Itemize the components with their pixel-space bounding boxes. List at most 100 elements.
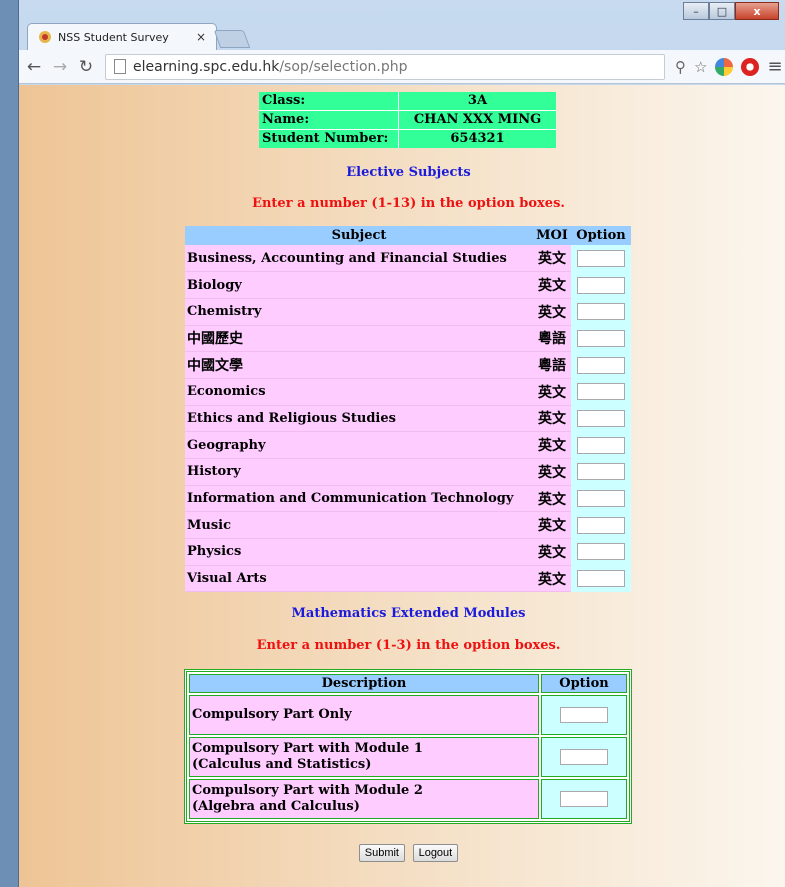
bookmark-star-icon[interactable]: ☆: [694, 58, 707, 76]
elective-instruction: Enter a number (1-13) in the option boxe…: [252, 196, 565, 211]
subject-name: 中國歷史: [185, 325, 533, 353]
extension-icon[interactable]: [715, 57, 734, 76]
table-row: Business, Accounting and Financial Studi…: [185, 245, 631, 273]
reload-icon[interactable]: ↻: [75, 57, 97, 77]
subject-name: Business, Accounting and Financial Studi…: [185, 245, 533, 273]
maximize-button[interactable]: □: [709, 2, 735, 20]
subject-name: Ethics and Religious Studies: [185, 405, 533, 433]
moi-value: 英文: [533, 565, 571, 593]
option-input-chinese-history[interactable]: [577, 329, 625, 347]
logout-button[interactable]: Logout: [412, 844, 459, 862]
url-host: elearning.spc.edu.hk: [133, 58, 280, 75]
address-bar[interactable]: elearning.spc.edu.hk/sop/selection.php: [105, 53, 665, 80]
table-row: Visual Arts 英文: [185, 565, 631, 593]
module-subtitle: (Algebra and Calculus): [192, 799, 360, 814]
option-input-geography[interactable]: [577, 436, 625, 454]
option-input-chemistry[interactable]: [577, 303, 625, 321]
page-content: Class: 3A Name: CHAN XXX MING Student Nu…: [19, 85, 785, 887]
option-cell: [541, 695, 627, 735]
subject-name: Chemistry: [185, 298, 533, 326]
school-favicon-icon: [39, 31, 51, 43]
option-input-ethics[interactable]: [577, 409, 625, 427]
menu-icon[interactable]: ≡: [767, 56, 782, 77]
option-input-module-1[interactable]: [560, 748, 608, 765]
option-cell: [571, 378, 631, 406]
moi-value: 英文: [533, 485, 571, 513]
option-cell: [571, 325, 631, 353]
table-row: Economics 英文: [185, 378, 631, 406]
browser-toolbar: ← → ↻ elearning.spc.edu.hk/sop/selection…: [19, 50, 785, 84]
table-row: History 英文: [185, 458, 631, 486]
browser-window: NSS Student Survey × – □ x ← → ↻ elearni…: [18, 0, 785, 887]
option-cell: [571, 565, 631, 593]
option-input-module-2[interactable]: [560, 790, 608, 807]
option-column-header: Option: [571, 226, 631, 245]
forward-arrow-icon[interactable]: →: [49, 57, 71, 77]
table-row: Compulsory Part with Module 2 (Algebra a…: [189, 779, 627, 819]
option-cell: [541, 779, 627, 819]
moi-value: 英文: [533, 538, 571, 566]
tab-title: NSS Student Survey: [58, 30, 169, 44]
option-cell: [571, 245, 631, 273]
option-input-ict[interactable]: [577, 490, 625, 508]
moi-value: 英文: [533, 458, 571, 486]
url-path: /sop/selection.php: [279, 58, 408, 75]
new-tab-button[interactable]: [213, 30, 251, 48]
subject-name: Information and Communication Technology: [185, 485, 533, 513]
table-row: Compulsory Part with Module 1 (Calculus …: [189, 737, 627, 777]
name-label: Name:: [259, 110, 399, 129]
window-controls: – □ x: [683, 2, 779, 20]
option-input-physics[interactable]: [577, 543, 625, 561]
table-row: Geography 英文: [185, 431, 631, 459]
toolbar-actions: ⚲ ☆ ≡: [675, 56, 783, 77]
zoom-icon[interactable]: ⚲: [675, 58, 686, 76]
option-input-compulsory-only[interactable]: [560, 706, 608, 723]
close-window-button[interactable]: x: [735, 2, 779, 20]
moi-value: 粵語: [533, 351, 571, 379]
option-input-business[interactable]: [577, 249, 625, 267]
option-input-history[interactable]: [577, 463, 625, 481]
option-input-music[interactable]: [577, 516, 625, 534]
option-cell: [571, 351, 631, 379]
module-title: Compulsory Part with Module 1: [192, 741, 423, 756]
table-row: Chemistry 英文: [185, 298, 631, 326]
subject-column-header: Subject: [185, 226, 533, 245]
adblock-extension-icon[interactable]: [741, 57, 760, 76]
option-cell: [571, 405, 631, 433]
option-input-chinese-literature[interactable]: [577, 356, 625, 374]
subject-name: Biology: [185, 271, 533, 299]
module-title: Compulsory Part with Module 2: [192, 783, 423, 798]
table-row: Ethics and Religious Studies 英文: [185, 405, 631, 433]
minimize-button[interactable]: –: [683, 2, 709, 20]
module-description: Compulsory Part with Module 1 (Calculus …: [189, 737, 539, 777]
module-description: Compulsory Part Only: [189, 695, 539, 735]
option-cell: [571, 458, 631, 486]
student-info-table: Class: 3A Name: CHAN XXX MING Student Nu…: [259, 92, 556, 148]
form-actions: Submit Logout: [19, 841, 785, 862]
moi-value: 英文: [533, 431, 571, 459]
module-subtitle: (Calculus and Statistics): [192, 757, 372, 772]
class-label: Class:: [259, 92, 399, 110]
description-column-header: Description: [189, 674, 539, 693]
option-cell: [571, 485, 631, 513]
option-input-biology[interactable]: [577, 276, 625, 294]
submit-button[interactable]: Submit: [358, 844, 405, 862]
maths-modules-heading: Mathematics Extended Modules: [291, 606, 526, 621]
tab-nss-student-survey[interactable]: NSS Student Survey ×: [27, 23, 217, 50]
tab-close-icon[interactable]: ×: [196, 30, 206, 44]
subject-name: Physics: [185, 538, 533, 566]
table-row: Physics 英文: [185, 538, 631, 566]
maths-instruction: Enter a number (1-3) in the option boxes…: [256, 638, 561, 653]
elective-subjects-heading: Elective Subjects: [346, 165, 471, 180]
option-input-economics[interactable]: [577, 383, 625, 401]
elective-subjects-table: Subject MOI Option Business, Accounting …: [185, 226, 631, 593]
back-arrow-icon[interactable]: ←: [23, 57, 45, 77]
option-input-visual-arts[interactable]: [577, 570, 625, 588]
subject-name: Geography: [185, 431, 533, 459]
subject-name: Visual Arts: [185, 565, 533, 593]
option-cell: [571, 511, 631, 540]
class-value: 3A: [467, 93, 488, 108]
module-description: Compulsory Part with Module 2 (Algebra a…: [189, 779, 539, 819]
option-cell: [571, 431, 631, 459]
student-number-value: 654321: [399, 129, 556, 148]
